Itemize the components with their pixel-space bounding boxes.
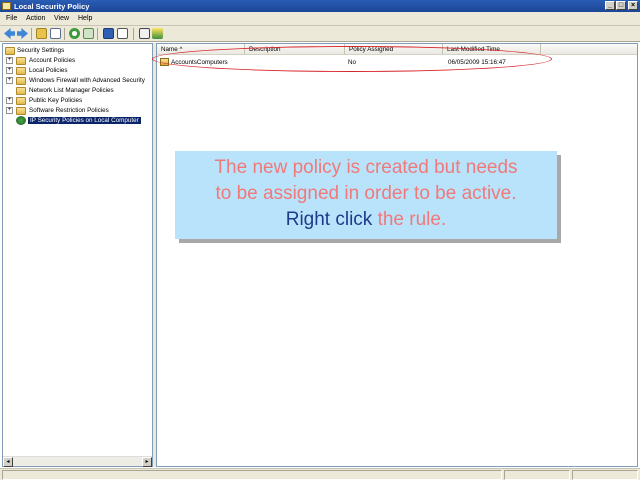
forward-arrow-icon[interactable] (17, 28, 28, 39)
menu-bar: File Action View Help (0, 12, 640, 26)
help-icon[interactable] (103, 28, 114, 39)
toolbar (0, 26, 640, 42)
tree-item-label: IP Security Policies on Local Computer (28, 117, 141, 124)
menu-help[interactable]: Help (78, 15, 92, 22)
highlight-ellipse (152, 46, 552, 72)
expand-icon[interactable]: + (6, 97, 13, 104)
policy-icon[interactable] (139, 28, 150, 39)
back-arrow-icon[interactable] (4, 28, 15, 39)
tree-item-label: Software Restriction Policies (29, 107, 109, 114)
window-title: Local Security Policy (14, 2, 90, 11)
close-button[interactable]: × (628, 1, 638, 10)
app-icon (2, 2, 11, 10)
tree-item-label: Network List Manager Policies (29, 87, 114, 94)
tree-horizontal-scrollbar[interactable]: ◂ ▸ (3, 456, 152, 467)
folder-icon (16, 87, 26, 95)
minimize-button[interactable]: _ (605, 1, 615, 10)
console-icon[interactable] (117, 28, 128, 39)
folder-icon (5, 47, 15, 55)
folder-icon (16, 67, 26, 75)
status-cell (504, 470, 570, 480)
tree-item-label: Local Policies (29, 67, 68, 74)
scroll-right-button[interactable]: ▸ (142, 457, 152, 467)
callout-line-2: to be assigned in order to be active. (215, 183, 517, 204)
expand-icon[interactable]: + (6, 57, 13, 64)
menu-view[interactable]: View (54, 15, 69, 22)
up-folder-icon[interactable] (36, 28, 47, 39)
refresh-icon[interactable] (69, 28, 80, 39)
toolbar-separator (64, 28, 65, 40)
folder-icon (16, 107, 26, 115)
column-header-filler (541, 44, 637, 55)
toolbar-separator (31, 28, 32, 40)
folder-icon (16, 97, 26, 105)
status-bar (0, 468, 640, 480)
tree-item-label: Security Settings (17, 47, 65, 54)
scroll-left-button[interactable]: ◂ (3, 457, 13, 467)
menu-action[interactable]: Action (26, 15, 45, 22)
folder-icon (16, 57, 26, 65)
instruction-callout: The new policy is created but needs to b… (175, 151, 557, 239)
tree-item-label: Windows Firewall with Advanced Security (29, 77, 145, 84)
expand-icon[interactable]: + (6, 67, 13, 74)
tree-pane[interactable]: Security Settings + Account Policies + L… (2, 43, 153, 467)
status-cell (572, 470, 638, 480)
status-cell (2, 470, 502, 480)
toolbar-separator (97, 28, 98, 40)
callout-line-3: Right click the rule. (175, 207, 557, 233)
tree-item-label: Public Key Policies (29, 97, 83, 104)
menu-file[interactable]: File (6, 15, 17, 22)
callout-emphasis: Right click (285, 209, 373, 230)
expand-icon[interactable]: + (6, 107, 13, 114)
callout-line-3-rest: the rule. (372, 209, 447, 230)
assign-icon[interactable] (152, 28, 163, 39)
network-security-icon (16, 116, 26, 125)
maximize-button[interactable]: □ (616, 1, 626, 10)
details-list[interactable]: Name ^ Description Policy Assigned Last … (156, 43, 638, 467)
show-hide-tree-icon[interactable] (50, 28, 61, 39)
tree-item-label: Account Policies (29, 57, 76, 64)
folder-icon (16, 77, 26, 85)
export-list-icon[interactable] (83, 28, 94, 39)
expand-icon[interactable]: + (6, 77, 13, 84)
toolbar-separator (133, 28, 134, 40)
callout-line-1: The new policy is created but needs (214, 157, 518, 178)
title-bar: Local Security Policy _ □ × (0, 0, 640, 12)
